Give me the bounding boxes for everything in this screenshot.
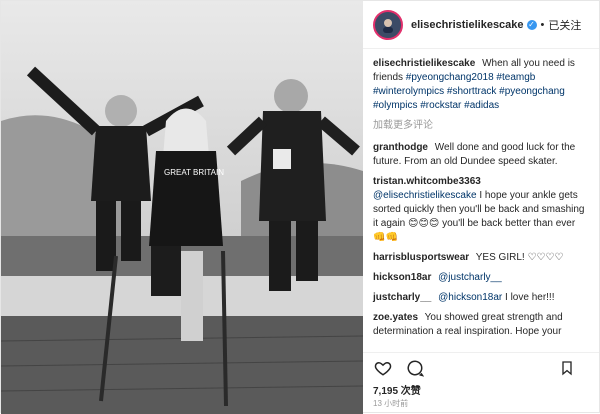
comment-item: harrisblusportswear YES GIRL! ♡♡♡♡ — [373, 251, 589, 265]
post-sidebar: elisechristielikescake ✓ • 已关注 elisechri… — [363, 1, 599, 414]
comment-item: zoe.yates You showed great strength and … — [373, 311, 589, 339]
comment-mention[interactable]: @elisechristielikescake — [373, 190, 477, 201]
follow-status-button[interactable]: 已关注 — [548, 17, 581, 33]
comment-username[interactable]: harrisblusportswear — [373, 252, 469, 263]
comments-list[interactable]: elisechristielikescake When all you need… — [363, 49, 599, 352]
comment-username[interactable]: justcharly__ — [373, 292, 431, 303]
comment-username[interactable]: tristan.whitcombe3363 — [373, 176, 481, 187]
action-bar — [363, 352, 599, 382]
comment-text: YES GIRL! ♡♡♡♡ — [475, 252, 564, 263]
comment-item: justcharly__ @hickson18ar I love her!!! — [373, 291, 589, 305]
post-timestamp: 13 小时前 — [373, 399, 409, 408]
comment-username[interactable]: zoe.yates — [373, 312, 418, 323]
comment-mention[interactable]: @hickson18ar — [438, 292, 502, 303]
caption: elisechristielikescake When all you need… — [373, 57, 589, 113]
likes-count[interactable]: 7,195 次赞 — [363, 382, 599, 398]
photo-illustration: GREAT BRITAIN — [1, 1, 363, 414]
heart-icon[interactable] — [373, 358, 393, 378]
jacket-text: GREAT BRITAIN — [164, 168, 224, 177]
comment-text: I love her!!! — [505, 292, 555, 303]
bookmark-icon[interactable] — [557, 358, 577, 378]
separator-dot: • — [540, 18, 545, 31]
load-more-comments-link[interactable]: 加载更多评论 — [373, 119, 589, 133]
comment-username[interactable]: hickson18ar — [373, 272, 431, 283]
avatar-icon[interactable] — [373, 9, 403, 40]
comment-mention[interactable]: @justcharly__ — [438, 272, 502, 283]
comment-icon[interactable] — [405, 358, 425, 378]
caption-username[interactable]: elisechristielikescake — [373, 58, 475, 69]
comment-item: tristan.whitcombe3363 @elisechristielike… — [373, 175, 589, 245]
comment-item: hickson18ar @justcharly__ — [373, 271, 589, 285]
post-username[interactable]: elisechristielikescake — [411, 19, 524, 31]
verified-badge-icon: ✓ — [526, 19, 537, 30]
instagram-post: GREAT BRITAIN elisechristielikescake ✓ •… — [0, 0, 600, 414]
post-photo[interactable]: GREAT BRITAIN — [1, 1, 363, 414]
post-header: elisechristielikescake ✓ • 已关注 — [363, 1, 599, 49]
comment-username[interactable]: granthodge — [373, 142, 428, 153]
comment-item: granthodge Well done and good luck for t… — [373, 141, 589, 169]
